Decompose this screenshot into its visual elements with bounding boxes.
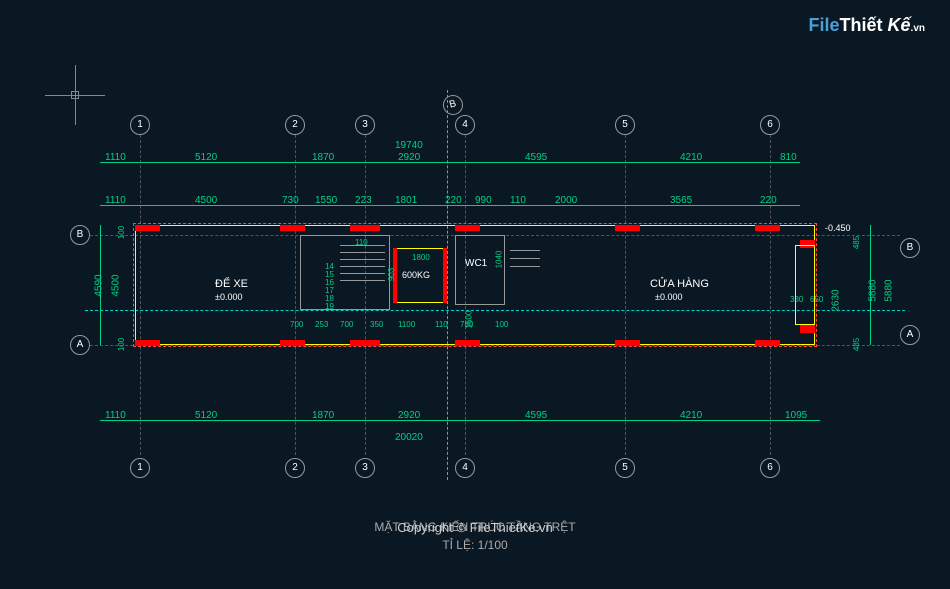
dim-inner: 1110 xyxy=(105,195,126,206)
dim-19740: 19740 xyxy=(395,140,423,151)
dim-inner: 1801 xyxy=(395,195,417,206)
dim-inner: 3565 xyxy=(670,195,692,206)
logo-vn: .vn xyxy=(911,23,925,34)
column xyxy=(280,340,305,346)
dim-stair: 1040 xyxy=(494,251,503,269)
column xyxy=(755,225,780,231)
stair-tread xyxy=(340,266,385,267)
grid-marker-a-right: A xyxy=(900,325,920,345)
dim-inner: 990 xyxy=(475,195,492,206)
dim-inner: 110 xyxy=(510,195,526,206)
grid-marker-5-top: 5 xyxy=(615,115,635,135)
grid-marker-3-bottom: 3 xyxy=(355,458,375,478)
entry-outline xyxy=(795,245,815,325)
grid-marker-1-bottom: 1 xyxy=(130,458,150,478)
drawing-copyright: Copyright © FileThietKe.vn xyxy=(0,520,950,535)
dim-inner: 220 xyxy=(760,195,777,206)
watermark-logo: FileThiết Kế.vn xyxy=(809,15,926,36)
grid-marker-4-bottom: 4 xyxy=(455,458,475,478)
wall-segment xyxy=(800,325,815,333)
dim-inner: 4500 xyxy=(195,195,217,206)
dim-small: 100 xyxy=(117,338,126,351)
grid-marker-2-bottom: 2 xyxy=(285,458,305,478)
elevator-wall xyxy=(443,248,447,303)
dim-bot: 4210 xyxy=(680,410,702,421)
room-elev-parking: ±0.000 xyxy=(215,292,242,302)
dim-inner: 903 xyxy=(387,268,396,281)
dim-bot: 1110 xyxy=(105,410,126,421)
column xyxy=(755,340,780,346)
column xyxy=(350,340,380,346)
dim-2920: 2920 xyxy=(398,152,420,163)
grid-marker-6-top: 6 xyxy=(760,115,780,135)
wc-outline xyxy=(455,235,505,305)
dim-inner: 2000 xyxy=(555,195,577,206)
dim-right: 5880 xyxy=(884,279,895,301)
dim-bot: 2920 xyxy=(398,410,420,421)
dim-right: 2630 xyxy=(831,289,842,311)
stair-tread xyxy=(340,273,385,274)
column xyxy=(135,340,160,346)
room-label-elevator: 600KG xyxy=(402,270,430,280)
dim-1870: 1870 xyxy=(312,152,334,163)
column xyxy=(615,340,640,346)
grid-marker-b-right: B xyxy=(900,238,920,258)
grid-marker-a-left: A xyxy=(70,335,90,355)
dim-small: 485 xyxy=(852,338,861,351)
dim-left: 4500 xyxy=(111,274,122,296)
dim-4210: 4210 xyxy=(680,152,702,163)
stair-num: 19 xyxy=(325,302,334,311)
room-label-shop: CỬA HÀNG xyxy=(650,278,709,290)
column xyxy=(455,225,480,231)
column xyxy=(280,225,305,231)
room-elev-shop: ±0.000 xyxy=(655,292,682,302)
drawing-scale: TỈ LỆ: 1/100 xyxy=(0,538,950,552)
dim-left: 4590 xyxy=(94,274,105,296)
wc-line xyxy=(510,266,540,267)
dim-bot: 1095 xyxy=(785,410,807,421)
room-label-parking: ĐỂ XE xyxy=(215,278,248,290)
room-label-wc: WC1 xyxy=(465,258,487,269)
grid-marker-4-top: 4 xyxy=(455,115,475,135)
stair-tread xyxy=(340,259,385,260)
dim-bot: 4595 xyxy=(525,410,547,421)
dim-810: 810 xyxy=(780,152,797,163)
column xyxy=(135,225,160,231)
stair-tread xyxy=(340,252,385,253)
grid-marker-2-top: 2 xyxy=(285,115,305,135)
logo-thiet: Thiết xyxy=(840,15,883,35)
dim-inner: 1550 xyxy=(315,195,337,206)
dim-inner: 730 xyxy=(282,195,299,206)
dim-inner: 220 xyxy=(445,195,462,206)
dim-stair: 1500 xyxy=(464,311,473,329)
wc-line xyxy=(510,258,540,259)
dim-5120: 5120 xyxy=(195,152,217,163)
grid-marker-b-left: B xyxy=(70,225,90,245)
stair-tread xyxy=(340,280,385,281)
grid-marker-3-top: 3 xyxy=(355,115,375,135)
grid-marker-1-top: 1 xyxy=(130,115,150,135)
elevation-label: -0.450 xyxy=(825,223,851,233)
dim-small: 485 xyxy=(852,236,861,249)
dim-inner: 223 xyxy=(355,195,372,206)
dim-4595: 4595 xyxy=(525,152,547,163)
dim-right: 5880 xyxy=(868,279,879,301)
dim-20020: 20020 xyxy=(395,432,423,443)
column xyxy=(350,225,380,231)
dim-inner: 110 xyxy=(355,238,368,247)
column xyxy=(455,340,480,346)
wc-line xyxy=(510,250,540,251)
column xyxy=(615,225,640,231)
dim-1110: 1110 xyxy=(105,152,126,163)
grid-marker-6-bottom: 6 xyxy=(760,458,780,478)
grid-marker-b-diag: B xyxy=(441,93,465,117)
dim-small: 100 xyxy=(117,226,126,239)
logo-ke: Kế xyxy=(888,15,911,35)
logo-file: File xyxy=(809,15,840,35)
dim-elev: 1800 xyxy=(412,253,430,262)
dim-bot: 1870 xyxy=(312,410,334,421)
grid-marker-5-bottom: 5 xyxy=(615,458,635,478)
dim-bot: 5120 xyxy=(195,410,217,421)
